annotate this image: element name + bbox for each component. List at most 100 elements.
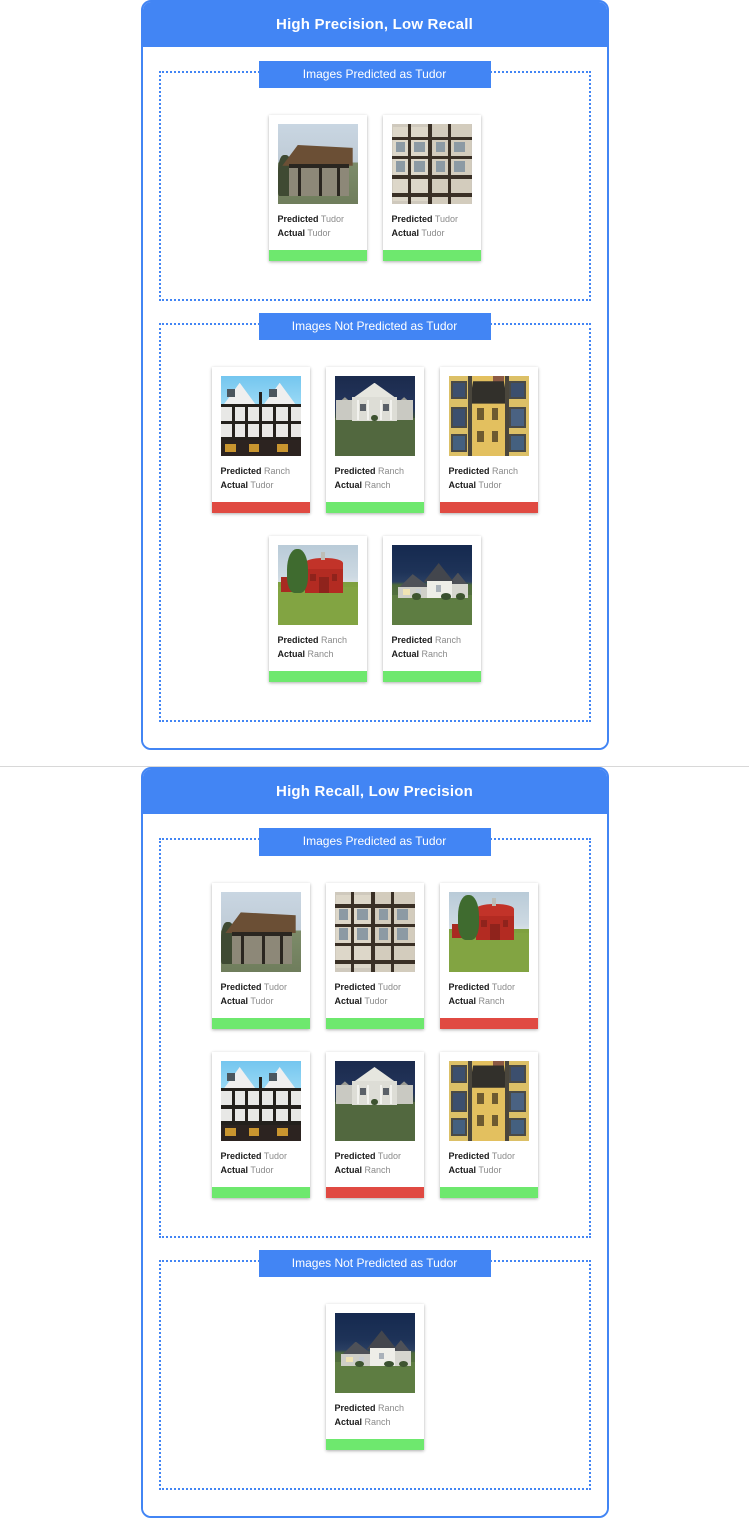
actual-row: Actual Ranch [392,647,473,661]
panel-title: High Recall, Low Precision [143,769,607,814]
prediction-card[interactable]: Predicted RanchActual Ranch [326,1304,424,1450]
actual-value: Tudor [478,1165,501,1175]
status-bar [326,1439,424,1450]
actual-label: Actual [335,480,363,490]
house-photo-tudor-tall [392,124,472,204]
status-bar [383,671,481,682]
actual-label: Actual [335,1165,363,1175]
house-photo-barn [278,545,358,625]
prediction-card[interactable]: Predicted TudorActual Tudor [212,883,310,1029]
prediction-card[interactable]: Predicted RanchActual Ranch [326,367,424,513]
predicted-row: Predicted Ranch [221,464,302,478]
scenario-panel: High Recall, Low Precision Images Predict… [141,767,609,1517]
panel-title: High Precision, Low Recall [143,2,607,47]
prediction-card[interactable]: Predicted RanchActual Ranch [269,536,367,682]
house-photo-tudor-yellow [449,376,529,456]
card-labels: Predicted TudorActual Ranch [326,1141,424,1187]
house-photo-ranch-colonial [335,376,415,456]
actual-label: Actual [335,1417,363,1427]
actual-value: Tudor [421,228,444,238]
predicted-value: Tudor [435,214,458,224]
status-bar [212,1018,310,1029]
actual-value: Ranch [479,996,505,1006]
card-grid: Predicted RanchActual Ranch [161,1277,589,1488]
status-bar [269,250,367,261]
actual-label: Actual [278,228,306,238]
actual-row: Actual Ranch [335,1163,416,1177]
predicted-value: Tudor [264,1151,287,1161]
status-bar [326,1187,424,1198]
panel-body: Images Predicted as TudorPredicted Tudor… [143,47,607,748]
prediction-card[interactable]: Predicted TudorActual Tudor [212,1052,310,1198]
actual-value: Tudor [250,480,273,490]
house-photo-tudor-cottage [278,124,358,204]
predicted-label: Predicted [335,1403,376,1413]
predicted-row: Predicted Tudor [335,1149,416,1163]
predicted-row: Predicted Tudor [335,980,416,994]
predicted-row: Predicted Tudor [278,212,359,226]
predicted-row: Predicted Ranch [335,464,416,478]
predicted-value: Ranch [435,635,461,645]
predicted-label: Predicted [335,466,376,476]
predicted-value: Tudor [492,982,515,992]
group-legend: Images Predicted as Tudor [259,828,491,855]
actual-row: Actual Tudor [392,226,473,240]
card-labels: Predicted Ranch Actual Tudor [440,456,538,502]
actual-row: Actual Tudor [335,994,416,1008]
actual-row: Actual Tudor [221,1163,302,1177]
prediction-card[interactable]: Predicted Ranch Actual Tudor [440,367,538,513]
prediction-card[interactable]: Predicted TudorActual Ranch [440,883,538,1029]
house-photo-ranch-colonial [335,1061,415,1141]
scenario-panel: High Precision, Low Recall Images Predict… [141,0,609,750]
status-bar [440,1187,538,1198]
prediction-card[interactable]: Predicted TudorActual Tudor [383,115,481,261]
prediction-card[interactable]: Predicted TudorActual Ranch [326,1052,424,1198]
actual-label: Actual [449,480,477,490]
scenario-panel-wrapper: High Recall, Low Precision Images Predict… [0,767,749,1525]
status-bar [212,502,310,513]
actual-label: Actual [221,996,249,1006]
status-bar [440,502,538,513]
card-labels: Predicted Ranch Actual Ranch [383,625,481,671]
predicted-row: Predicted Tudor [392,212,473,226]
predicted-value: Ranch [378,1403,404,1413]
card-labels: Predicted TudorActual Tudor [440,1141,538,1187]
actual-row: Actual Ranch [335,1415,416,1429]
predicted-label: Predicted [278,635,319,645]
actual-value: Tudor [478,480,501,490]
actual-value: Tudor [364,996,387,1006]
image-group: Images Not Predicted as TudorPredicted R… [159,323,591,722]
predicted-label: Predicted [278,214,319,224]
predicted-label: Predicted [392,635,433,645]
actual-value: Ranch [365,1417,391,1427]
prediction-card[interactable]: Predicted TudorActual Tudor [269,115,367,261]
card-labels: Predicted TudorActual Tudor [383,204,481,250]
predicted-label: Predicted [449,466,490,476]
actual-row: Actual Ranch [335,478,416,492]
actual-label: Actual [278,649,306,659]
status-bar [212,1187,310,1198]
predicted-row: Predicted Ranch [449,464,530,478]
predicted-row: Predicted Tudor [449,980,530,994]
prediction-card[interactable]: Predicted Ranch Actual Ranch [383,536,481,682]
actual-label: Actual [221,480,249,490]
predicted-value: Tudor [378,1151,401,1161]
actual-label: Actual [335,996,363,1006]
predicted-row: Predicted Tudor [221,1149,302,1163]
image-group: Images Predicted as TudorPredicted Tudor… [159,71,591,301]
actual-label: Actual [221,1165,249,1175]
card-grid: Predicted TudorActual TudorPredicted Tud… [161,856,589,1236]
house-photo-tudor-tall [335,892,415,972]
predicted-label: Predicted [335,982,376,992]
image-group: Images Not Predicted as TudorPredicted R… [159,1260,591,1490]
predicted-value: Tudor [321,214,344,224]
group-legend: Images Not Predicted as Tudor [259,1250,491,1277]
card-labels: Predicted TudorActual Ranch [440,972,538,1018]
prediction-card[interactable]: Predicted Ranch Actual Tudor [212,367,310,513]
scenario-panel-wrapper: High Precision, Low Recall Images Predict… [0,0,749,758]
predicted-value: Ranch [264,466,290,476]
prediction-card[interactable]: Predicted TudorActual Tudor [440,1052,538,1198]
prediction-card[interactable]: Predicted TudorActual Tudor [326,883,424,1029]
actual-value: Tudor [307,228,330,238]
actual-row: Actual Tudor [221,994,302,1008]
